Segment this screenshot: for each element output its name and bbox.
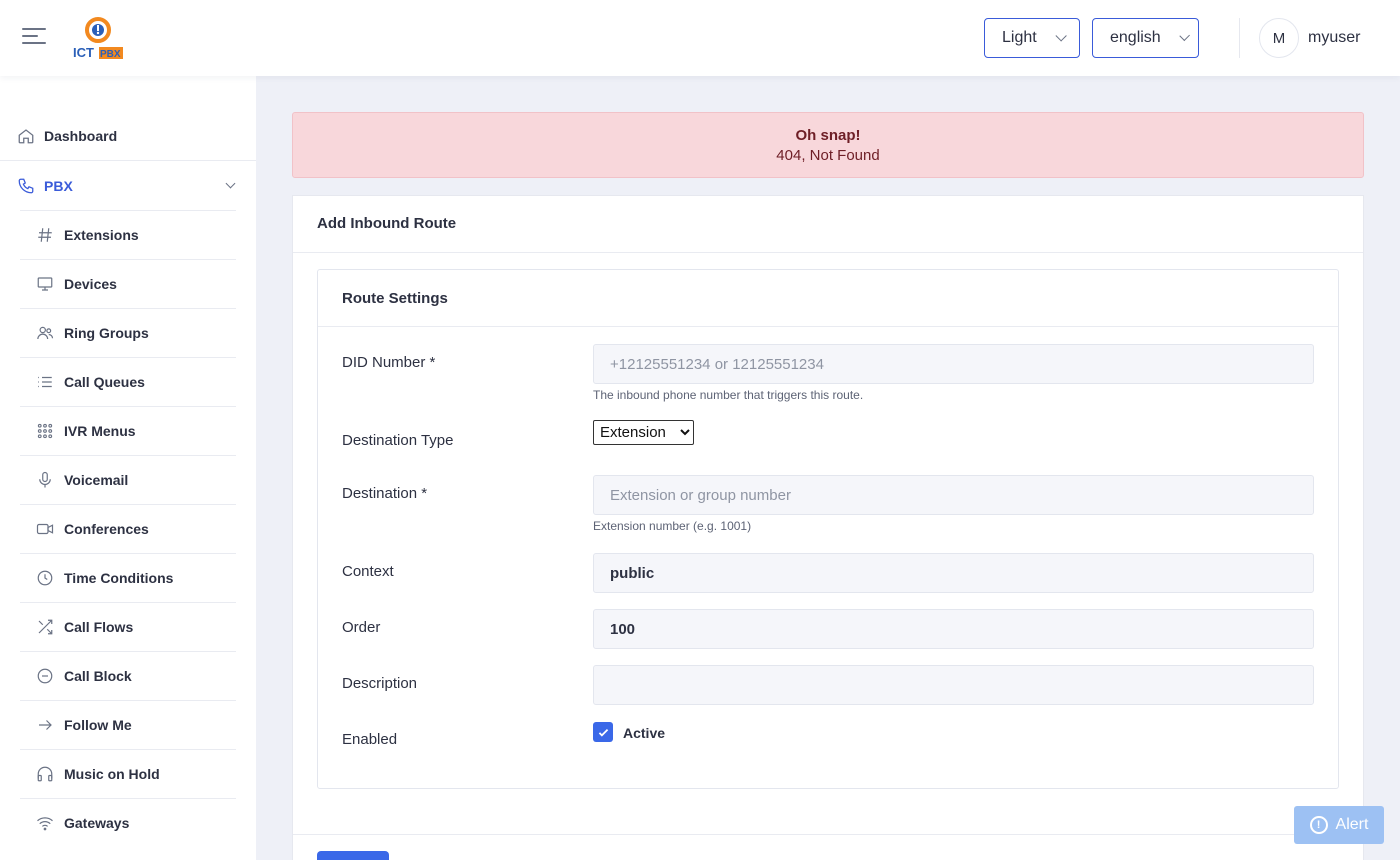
description-input[interactable] bbox=[593, 665, 1314, 705]
chevron-down-icon bbox=[225, 178, 236, 189]
video-icon bbox=[36, 520, 54, 538]
enabled-checkbox-label[interactable]: Active bbox=[623, 725, 665, 741]
did-number-input[interactable] bbox=[593, 344, 1314, 384]
card-footer-divider bbox=[293, 834, 1363, 835]
sidebar: Dashboard PBX Extensions Devices Ring Gr… bbox=[0, 76, 256, 860]
sidebar-item-gateways[interactable]: Gateways bbox=[20, 798, 236, 847]
destination-type-select[interactable]: Extension bbox=[593, 420, 694, 445]
sidebar-item-label: Gateways bbox=[64, 815, 130, 831]
sidebar-item-conferences[interactable]: Conferences bbox=[20, 504, 236, 553]
sidebar-item-label: Music on Hold bbox=[64, 766, 160, 782]
exclamation-circle-icon: ! bbox=[1309, 816, 1328, 834]
sidebar-item-label: Call Flows bbox=[64, 619, 134, 635]
sidebar-item-label: PBX bbox=[44, 177, 73, 194]
header-divider bbox=[1239, 18, 1240, 58]
wifi-icon bbox=[36, 814, 54, 832]
destination-help: Extension number (e.g. 1001) bbox=[593, 519, 752, 533]
floating-alert-button[interactable]: ! Alert bbox=[1294, 806, 1384, 844]
sidebar-item-extensions[interactable]: Extensions bbox=[20, 210, 236, 259]
did-number-help: The inbound phone number that triggers t… bbox=[593, 388, 864, 402]
phone-icon bbox=[17, 177, 35, 195]
chevron-down-icon bbox=[1055, 30, 1067, 42]
sidebar-item-label: Follow Me bbox=[64, 717, 132, 733]
avatar[interactable]: M bbox=[1259, 18, 1299, 58]
checkmark-icon bbox=[598, 728, 608, 737]
context-label: Context bbox=[342, 563, 394, 580]
save-button[interactable] bbox=[317, 851, 389, 860]
pbx-submenu: Extensions Devices Ring Groups Call Queu… bbox=[20, 210, 236, 847]
grid-dots-icon bbox=[36, 422, 54, 440]
theme-select[interactable]: Light bbox=[984, 18, 1080, 58]
home-icon bbox=[17, 127, 35, 145]
hash-icon bbox=[36, 226, 54, 244]
sidebar-item-label: Call Block bbox=[64, 668, 132, 684]
alert-message: 404, Not Found bbox=[776, 147, 880, 164]
username[interactable]: myuser bbox=[1308, 29, 1360, 47]
language-select-value: english bbox=[1110, 29, 1161, 46]
clock-icon bbox=[36, 569, 54, 587]
top-header: ICT PBX Light english M myuser bbox=[0, 0, 1400, 76]
theme-select-value: Light bbox=[1002, 29, 1037, 46]
description-label: Description bbox=[342, 675, 418, 692]
did-number-label: DID Number * bbox=[342, 354, 436, 371]
shuffle-icon bbox=[36, 618, 54, 636]
sidebar-item-dashboard[interactable]: Dashboard bbox=[0, 112, 256, 161]
sidebar-item-call-block[interactable]: Call Block bbox=[20, 651, 236, 700]
sidebar-item-ring-groups[interactable]: Ring Groups bbox=[20, 308, 236, 357]
chevron-down-icon bbox=[1179, 30, 1190, 42]
context-input[interactable] bbox=[593, 553, 1314, 593]
section-title: Route Settings bbox=[318, 270, 1338, 327]
sidebar-item-label: Voicemail bbox=[64, 472, 129, 488]
sidebar-item-label: Time Conditions bbox=[64, 570, 174, 586]
card-title: Add Inbound Route bbox=[293, 196, 1363, 253]
sidebar-item-music-on-hold[interactable]: Music on Hold bbox=[20, 749, 236, 798]
svg-text:ICT: ICT bbox=[73, 45, 94, 60]
headphones-icon bbox=[36, 765, 54, 783]
destination-type-label: Destination Type bbox=[342, 432, 454, 449]
users-icon bbox=[36, 324, 54, 342]
sidebar-item-label: Extensions bbox=[64, 227, 139, 243]
arrow-right-icon bbox=[36, 716, 54, 734]
add-inbound-route-card: Add Inbound Route Route Settings DID Num… bbox=[292, 195, 1364, 860]
monitor-icon bbox=[36, 275, 54, 293]
sidebar-item-label: Dashboard bbox=[44, 128, 118, 144]
sidebar-item-devices[interactable]: Devices bbox=[20, 259, 236, 308]
sidebar-item-label: Call Queues bbox=[64, 374, 145, 390]
language-select[interactable]: english bbox=[1092, 18, 1199, 58]
destination-label: Destination * bbox=[342, 485, 428, 502]
sidebar-item-follow-me[interactable]: Follow Me bbox=[20, 700, 236, 749]
sidebar-item-pbx[interactable]: PBX bbox=[0, 161, 256, 210]
ictpbx-logo[interactable]: ICT PBX bbox=[70, 16, 126, 62]
enabled-label: Enabled bbox=[342, 731, 398, 748]
minus-circle-icon bbox=[36, 667, 54, 685]
sidebar-item-voicemail[interactable]: Voicemail bbox=[20, 455, 236, 504]
sidebar-item-label: IVR Menus bbox=[64, 423, 136, 439]
sidebar-item-call-queues[interactable]: Call Queues bbox=[20, 357, 236, 406]
sidebar-item-time-conditions[interactable]: Time Conditions bbox=[20, 553, 236, 602]
sidebar-item-label: Devices bbox=[64, 276, 117, 292]
order-input[interactable] bbox=[593, 609, 1314, 649]
sidebar-item-label: Conferences bbox=[64, 521, 149, 537]
sidebar-item-call-flows[interactable]: Call Flows bbox=[20, 602, 236, 651]
microphone-icon bbox=[36, 471, 54, 489]
sidebar-item-label: Ring Groups bbox=[64, 325, 149, 341]
route-settings-section: Route Settings DID Number * The inbound … bbox=[317, 269, 1339, 789]
enabled-checkbox[interactable] bbox=[593, 722, 613, 742]
alert-title: Oh snap! bbox=[795, 127, 861, 144]
destination-input[interactable] bbox=[593, 475, 1314, 515]
order-label: Order bbox=[342, 619, 381, 636]
menu-toggle-icon[interactable] bbox=[22, 28, 46, 48]
list-icon bbox=[36, 373, 54, 391]
error-alert: Oh snap! 404, Not Found bbox=[292, 112, 1364, 178]
svg-text:PBX: PBX bbox=[100, 49, 121, 60]
floating-alert-label: Alert bbox=[1335, 816, 1369, 833]
sidebar-item-ivr-menus[interactable]: IVR Menus bbox=[20, 406, 236, 455]
